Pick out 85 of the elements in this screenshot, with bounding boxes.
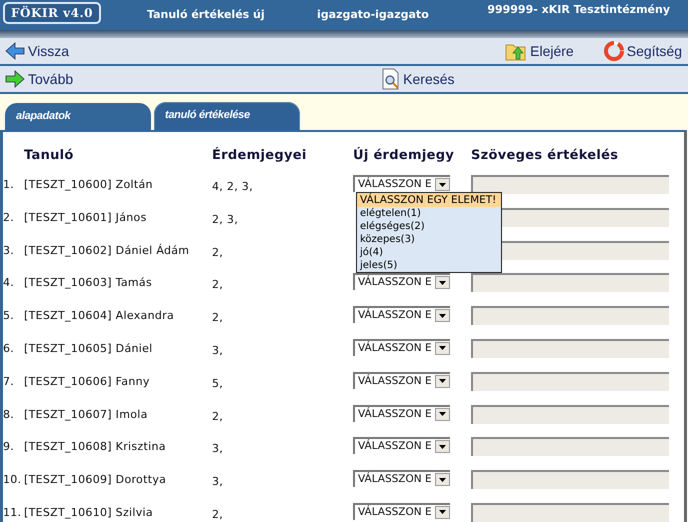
dropdown-option[interactable]: elégséges(2) (357, 220, 501, 233)
grade-select[interactable]: VÁLASSZON E (353, 502, 450, 520)
dropdown-option[interactable]: közepes(3) (357, 233, 501, 246)
grade-select[interactable]: VÁLASSZON E (353, 306, 450, 324)
grade-select[interactable]: VÁLASSZON E (353, 175, 450, 192)
lifebuoy-icon (604, 41, 624, 61)
dropdown-option[interactable]: jeles(5) (357, 259, 501, 272)
caret-icon (439, 182, 446, 186)
student-name: [TESZT_10606] Fanny (24, 374, 151, 388)
student-name: [TESZT_10600] Zoltán (24, 177, 154, 191)
row-number: 9. (3, 439, 16, 454)
tab[interactable]: tanuló értékelése (154, 102, 300, 132)
caret-icon (439, 412, 446, 416)
evaluation-field[interactable] (471, 502, 669, 522)
grades-text: 3, (212, 474, 224, 488)
grade-select[interactable]: VÁLASSZON E (353, 437, 450, 454)
user-name: igazgato-igazgato (317, 8, 430, 21)
right-arrow-icon (5, 70, 25, 88)
grade-select[interactable]: VÁLASSZON E (353, 273, 450, 290)
grade-select[interactable]: VÁLASSZON E (353, 404, 450, 422)
student-name: [TESZT_10602] Dániel Ádám (24, 242, 190, 257)
page-title: Tanuló értékelés új (147, 8, 266, 21)
dropdown-option[interactable]: VÁLASSZON EGY ELEMET! (357, 193, 501, 207)
grades-text: 2, (212, 408, 224, 423)
back-link[interactable]: Vissza (5, 42, 69, 60)
grades-text: 4, 2, 3, (212, 179, 254, 193)
evaluation-field[interactable] (471, 404, 669, 424)
column-header: Új érdemjegy (353, 149, 456, 162)
evaluation-field[interactable] (471, 175, 669, 194)
grades-text: 2, (212, 244, 224, 259)
grade-select[interactable]: VÁLASSZON E (353, 372, 450, 389)
app-logo: FÖKIR v4.0 (3, 2, 102, 24)
grades-text: 2, (212, 277, 224, 292)
column-header: Tanuló (24, 149, 75, 162)
dropdown-option[interactable]: elégtelen(1) (357, 207, 501, 220)
caret-icon (439, 314, 446, 318)
caret-icon (439, 346, 446, 350)
student-name: [TESZT_10607] Imola (24, 406, 149, 421)
next-link[interactable]: Tovább (5, 70, 74, 88)
institution-name: 999999- xKIR Tesztintézmény (487, 3, 671, 16)
top-link[interactable]: Elejére (505, 41, 574, 61)
column-header: Érdemjegyei (212, 149, 308, 162)
caret-icon (439, 280, 446, 285)
search-icon (382, 68, 400, 90)
grade-select[interactable]: VÁLASSZON E (353, 470, 450, 488)
evaluation-field[interactable] (471, 273, 669, 292)
grade-select[interactable]: VÁLASSZON E (353, 338, 450, 356)
row-number: 8. (3, 406, 16, 421)
caret-icon (439, 478, 446, 482)
tab[interactable]: alapadatok (5, 103, 151, 130)
grades-text: 2, 3, (212, 212, 239, 226)
grades-text: 3, (212, 441, 224, 456)
evaluation-field[interactable] (471, 372, 669, 391)
column-header: Szöveges értékelés (471, 149, 620, 162)
student-name: [TESZT_10603] Tamás (24, 275, 154, 290)
row-number: 6. (3, 340, 16, 355)
row-number: 11. (3, 504, 22, 519)
evaluation-field[interactable] (471, 338, 669, 358)
help-link[interactable]: Segítség (604, 41, 682, 61)
evaluation-field[interactable] (471, 470, 669, 490)
row-number: 3. (3, 242, 16, 257)
row-number: 4. (3, 275, 16, 290)
dropdown-option[interactable]: jó(4) (357, 246, 501, 259)
student-name: [TESZT_10605] Dániel (24, 340, 154, 355)
grades-text: 5, (212, 376, 224, 390)
grades-text: 3, (212, 342, 224, 357)
row-number: 5. (3, 308, 16, 322)
search-link[interactable]: Keresés (382, 68, 455, 90)
caret-icon (439, 379, 446, 384)
caret-icon (439, 444, 446, 449)
row-number: 7. (3, 374, 16, 388)
student-name: [TESZT_10601] János (24, 210, 148, 224)
row-number: 2. (3, 210, 16, 224)
caret-icon (439, 510, 446, 514)
left-arrow-icon (5, 42, 25, 60)
evaluation-field[interactable] (471, 437, 669, 456)
student-name: [TESZT_10604] Alexandra (24, 308, 176, 322)
row-number: 10. (3, 472, 22, 486)
student-name: [TESZT_10608] Krisztina (24, 439, 167, 454)
student-name: [TESZT_10609] Dorottya (24, 472, 168, 486)
student-name: [TESZT_10610] Szilvia (24, 504, 154, 519)
row-number: 1. (3, 177, 16, 191)
grades-text: 2, (212, 506, 224, 521)
grades-text: 2, (212, 310, 224, 324)
evaluation-field[interactable] (471, 306, 669, 326)
